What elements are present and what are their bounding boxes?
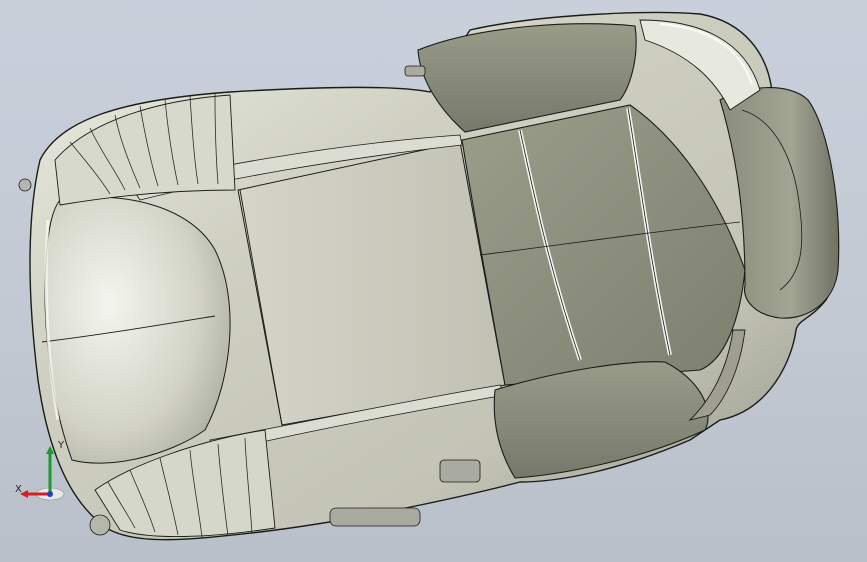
z-axis-point [47,491,53,497]
axis-triad [20,446,65,501]
front-pleats-top [54,94,236,206]
seat-pan [237,141,506,426]
y-axis-arrow [46,446,54,454]
y-axis-label: Y [58,440,65,451]
graphics-viewport[interactable]: X Y [0,0,867,562]
front-left-bulge [44,196,231,464]
x-axis-label: X [15,484,22,495]
seat-model-render[interactable] [0,0,867,562]
